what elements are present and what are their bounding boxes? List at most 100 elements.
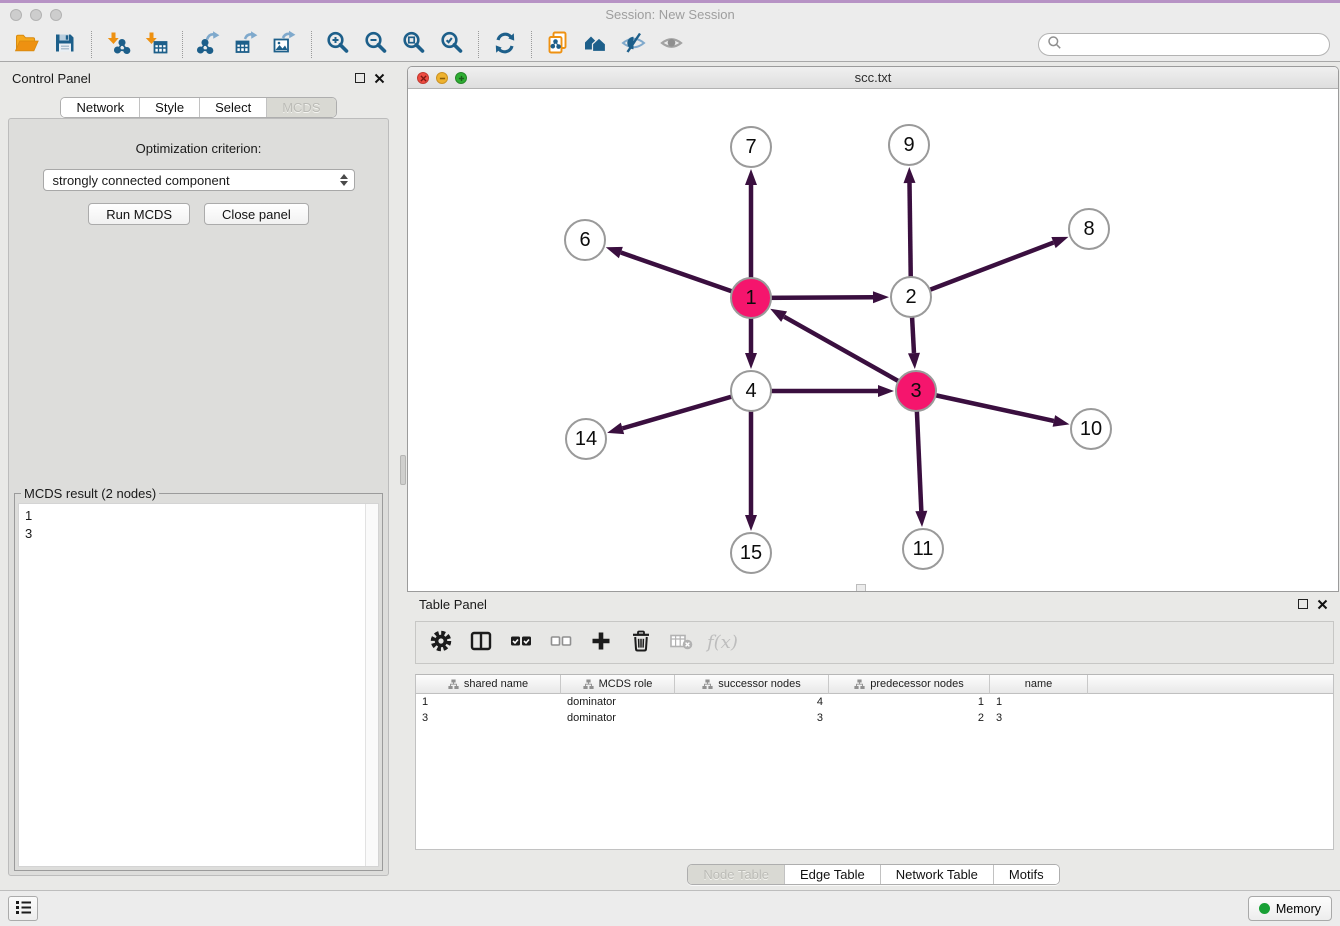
toolbar-separator bbox=[182, 31, 183, 58]
graph-node-4[interactable]: 4 bbox=[730, 370, 772, 412]
search-box[interactable] bbox=[1038, 33, 1330, 56]
toolbar-separator bbox=[478, 31, 479, 58]
graph-edge-3-1[interactable] bbox=[784, 317, 916, 391]
network-window-titlebar[interactable]: scc.txt bbox=[408, 67, 1338, 89]
graph-node-6[interactable]: 6 bbox=[564, 219, 606, 261]
show-all-networks-button[interactable] bbox=[577, 29, 615, 59]
control-tab-select[interactable]: Select bbox=[200, 98, 267, 117]
import-network-button[interactable] bbox=[99, 29, 137, 59]
close-table-panel-icon[interactable] bbox=[1317, 599, 1328, 610]
graph-edge-2-8[interactable] bbox=[911, 243, 1054, 297]
table-tab-node-table[interactable]: Node Table bbox=[688, 865, 785, 884]
close-network-button[interactable] bbox=[417, 72, 429, 84]
cell-mcds-role[interactable]: dominator bbox=[561, 710, 675, 726]
cell-predecessor-nodes[interactable]: 1 bbox=[829, 694, 990, 710]
cell-shared-name[interactable]: 3 bbox=[416, 710, 561, 726]
add-column-button[interactable] bbox=[587, 629, 614, 657]
graph-node-3[interactable]: 3 bbox=[895, 370, 937, 412]
graph-node-9[interactable]: 9 bbox=[888, 124, 930, 166]
table-options-button[interactable] bbox=[427, 629, 454, 657]
float-table-panel-icon[interactable] bbox=[1298, 599, 1308, 609]
zoom-fit-icon bbox=[401, 30, 427, 59]
float-panel-icon[interactable] bbox=[355, 73, 365, 83]
save-session-button[interactable] bbox=[46, 29, 84, 59]
export-network-button[interactable] bbox=[190, 29, 228, 59]
table-tab-edge-table[interactable]: Edge Table bbox=[785, 865, 881, 884]
zoom-fit-button[interactable] bbox=[395, 29, 433, 59]
control-tab-mcds[interactable]: MCDS bbox=[267, 98, 335, 117]
column-header-name[interactable]: name bbox=[990, 675, 1088, 694]
table-header-row: shared nameMCDS rolesuccessor nodesprede… bbox=[416, 675, 1333, 694]
graph-node-10[interactable]: 10 bbox=[1070, 408, 1112, 450]
eye-slash-icon bbox=[621, 30, 647, 59]
mcds-result-title: MCDS result (2 nodes) bbox=[21, 486, 159, 501]
cell-successor-nodes[interactable]: 3 bbox=[675, 710, 829, 726]
canvas-splitter-handle[interactable] bbox=[856, 584, 866, 591]
graph-node-7[interactable]: 7 bbox=[730, 126, 772, 168]
deselect-all-button[interactable] bbox=[547, 629, 574, 657]
run-mcds-button[interactable]: Run MCDS bbox=[88, 203, 190, 225]
column-header-mcds-role[interactable]: MCDS role bbox=[561, 675, 675, 694]
cell-predecessor-nodes[interactable]: 2 bbox=[829, 710, 990, 726]
apply-layout-button[interactable] bbox=[486, 29, 524, 59]
export-table-button[interactable] bbox=[228, 29, 266, 59]
memory-button[interactable]: Memory bbox=[1248, 896, 1332, 921]
network-view-window: scc.txt 7 9 6 8 1 2 4 3 14 10 15 11 bbox=[407, 66, 1339, 592]
maximize-network-button[interactable] bbox=[455, 72, 467, 84]
duplicate-network-button[interactable] bbox=[539, 29, 577, 59]
show-columns-button[interactable] bbox=[467, 629, 494, 657]
close-panel-icon[interactable] bbox=[374, 73, 385, 84]
network-canvas[interactable]: 7 9 6 8 1 2 4 3 14 10 15 11 bbox=[408, 89, 1338, 591]
zoom-selected-button[interactable] bbox=[433, 29, 471, 59]
open-session-button[interactable] bbox=[8, 29, 46, 59]
cell-shared-name[interactable]: 1 bbox=[416, 694, 561, 710]
hide-selected-button[interactable] bbox=[615, 29, 653, 59]
graph-node-14[interactable]: 14 bbox=[565, 418, 607, 460]
graph-node-11[interactable]: 11 bbox=[902, 528, 944, 570]
graph-node-label: 8 bbox=[1083, 218, 1094, 241]
graph-node-1[interactable]: 1 bbox=[730, 277, 772, 319]
cell-name[interactable]: 3 bbox=[990, 710, 1088, 726]
graph-edges-layer bbox=[408, 89, 1338, 591]
table-row[interactable]: 1dominator411 bbox=[416, 694, 1333, 710]
memory-status-icon bbox=[1259, 903, 1270, 914]
control-tab-network[interactable]: Network bbox=[61, 98, 140, 117]
optimization-criterion-select[interactable]: strongly connected component bbox=[43, 169, 355, 191]
minimize-network-button[interactable] bbox=[436, 72, 448, 84]
graph-node-label: 1 bbox=[745, 287, 756, 310]
column-header-successor-nodes[interactable]: successor nodes bbox=[675, 675, 829, 694]
select-all-button[interactable] bbox=[507, 629, 534, 657]
table-panel-header: Table Panel bbox=[407, 592, 1340, 616]
cell-name[interactable]: 1 bbox=[990, 694, 1088, 710]
column-header-predecessor-nodes[interactable]: predecessor nodes bbox=[829, 675, 990, 694]
column-header-shared-name[interactable]: shared name bbox=[416, 675, 561, 694]
import-table-button[interactable] bbox=[137, 29, 175, 59]
close-panel-button[interactable]: Close panel bbox=[204, 203, 309, 225]
cell-successor-nodes[interactable]: 4 bbox=[675, 694, 829, 710]
panel-splitter[interactable] bbox=[397, 62, 407, 890]
export-image-button[interactable] bbox=[266, 29, 304, 59]
cell-mcds-role[interactable]: dominator bbox=[561, 694, 675, 710]
zoom-in-button[interactable] bbox=[319, 29, 357, 59]
search-input[interactable] bbox=[1066, 35, 1321, 54]
task-history-button[interactable] bbox=[8, 896, 38, 921]
graph-edge-3-10[interactable] bbox=[916, 391, 1054, 421]
show-hidden-button[interactable] bbox=[653, 29, 691, 59]
table-row[interactable]: 3dominator323 bbox=[416, 710, 1333, 726]
result-scrollbar[interactable] bbox=[365, 504, 378, 866]
zoom-out-button[interactable] bbox=[357, 29, 395, 59]
mcds-result-textarea[interactable]: 13 bbox=[18, 503, 379, 867]
delete-column-button[interactable] bbox=[627, 629, 654, 657]
control-tab-style[interactable]: Style bbox=[140, 98, 200, 117]
window-title: Session: New Session bbox=[0, 3, 1340, 27]
delete-table-button[interactable] bbox=[667, 629, 694, 657]
graph-node-8[interactable]: 8 bbox=[1068, 208, 1110, 250]
save-icon bbox=[52, 30, 78, 59]
column-header-label: name bbox=[1025, 678, 1053, 690]
table-tab-motifs[interactable]: Motifs bbox=[994, 865, 1059, 884]
column-tree-icon bbox=[448, 679, 459, 690]
graph-node-2[interactable]: 2 bbox=[890, 276, 932, 318]
table-tab-network-table[interactable]: Network Table bbox=[881, 865, 994, 884]
plus-icon bbox=[588, 628, 614, 657]
graph-node-15[interactable]: 15 bbox=[730, 532, 772, 574]
